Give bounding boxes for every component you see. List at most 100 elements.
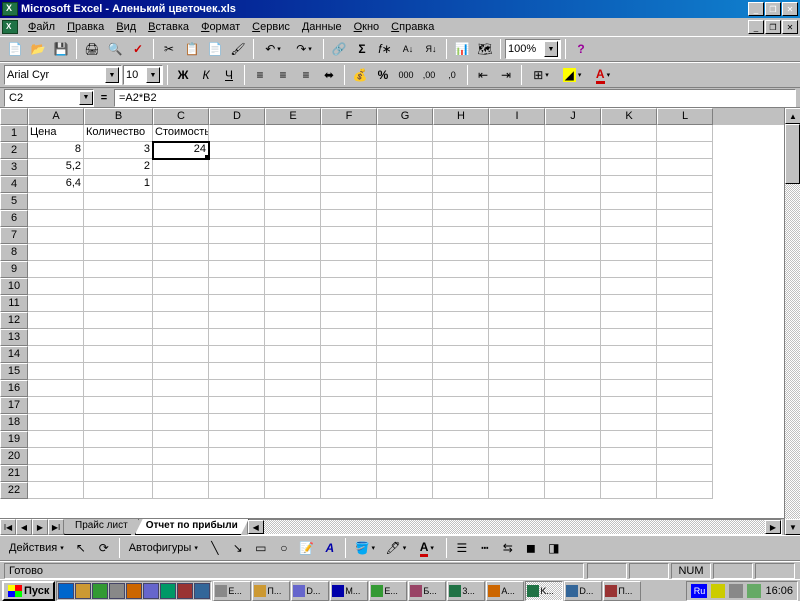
- cell-K1[interactable]: [601, 125, 657, 142]
- cell-B16[interactable]: [84, 380, 153, 397]
- cell-E6[interactable]: [265, 210, 321, 227]
- cell-J1[interactable]: [545, 125, 601, 142]
- row-header-19[interactable]: 19: [0, 431, 28, 448]
- cell-G19[interactable]: [377, 431, 433, 448]
- rotate-button[interactable]: ⟳: [93, 537, 115, 559]
- cell-H16[interactable]: [433, 380, 489, 397]
- cell-A18[interactable]: [28, 414, 84, 431]
- cell-E19[interactable]: [265, 431, 321, 448]
- cell-A13[interactable]: [28, 329, 84, 346]
- cell-A11[interactable]: [28, 295, 84, 312]
- cell-A6[interactable]: [28, 210, 84, 227]
- cell-E9[interactable]: [265, 261, 321, 278]
- cell-H12[interactable]: [433, 312, 489, 329]
- format-painter-button[interactable]: 🖌: [227, 38, 249, 60]
- menu-сервис[interactable]: Сервис: [246, 20, 296, 34]
- row-header-1[interactable]: 1: [0, 125, 28, 142]
- cell-D16[interactable]: [209, 380, 265, 397]
- cell-I22[interactable]: [489, 482, 545, 499]
- cell-D11[interactable]: [209, 295, 265, 312]
- cell-F4[interactable]: [321, 176, 377, 193]
- cell-G5[interactable]: [377, 193, 433, 210]
- rectangle-button[interactable]: ▭: [250, 537, 272, 559]
- cell-G21[interactable]: [377, 465, 433, 482]
- cell-F20[interactable]: [321, 448, 377, 465]
- cell-I5[interactable]: [489, 193, 545, 210]
- dash-style-button[interactable]: ┅: [474, 537, 496, 559]
- cell-F17[interactable]: [321, 397, 377, 414]
- line-style-button[interactable]: ☰: [451, 537, 473, 559]
- cell-L8[interactable]: [657, 244, 713, 261]
- undo-button[interactable]: ↶: [258, 38, 288, 60]
- cell-C19[interactable]: [153, 431, 209, 448]
- task-button[interactable]: П...: [252, 581, 290, 601]
- cell-H8[interactable]: [433, 244, 489, 261]
- cell-L5[interactable]: [657, 193, 713, 210]
- cell-I8[interactable]: [489, 244, 545, 261]
- increase-indent-button[interactable]: ⇥: [495, 64, 517, 86]
- cell-E17[interactable]: [265, 397, 321, 414]
- mdi-restore-button[interactable]: ❐: [765, 20, 781, 34]
- textbox-button[interactable]: 📝: [296, 537, 318, 559]
- row-header-11[interactable]: 11: [0, 295, 28, 312]
- cell-F22[interactable]: [321, 482, 377, 499]
- cell-D12[interactable]: [209, 312, 265, 329]
- align-left-button[interactable]: ≡: [249, 64, 271, 86]
- fill-color-button[interactable]: ◢: [557, 64, 587, 86]
- cell-G18[interactable]: [377, 414, 433, 431]
- cell-J17[interactable]: [545, 397, 601, 414]
- save-button[interactable]: 💾: [50, 38, 72, 60]
- cell-F15[interactable]: [321, 363, 377, 380]
- cell-L19[interactable]: [657, 431, 713, 448]
- cell-J21[interactable]: [545, 465, 601, 482]
- cell-E11[interactable]: [265, 295, 321, 312]
- row-header-20[interactable]: 20: [0, 448, 28, 465]
- cell-G17[interactable]: [377, 397, 433, 414]
- cell-G7[interactable]: [377, 227, 433, 244]
- cell-L20[interactable]: [657, 448, 713, 465]
- cell-J2[interactable]: [545, 142, 601, 159]
- font-color-button[interactable]: A: [588, 64, 618, 86]
- cell-B20[interactable]: [84, 448, 153, 465]
- col-header-J[interactable]: J: [545, 108, 601, 125]
- cell-I2[interactable]: [489, 142, 545, 159]
- tray-icon-2[interactable]: [729, 584, 743, 598]
- task-button[interactable]: A...: [486, 581, 524, 601]
- col-header-F[interactable]: F: [321, 108, 377, 125]
- print-preview-button[interactable]: 🔍: [104, 38, 126, 60]
- select-all-cell[interactable]: [0, 108, 28, 125]
- cell-L11[interactable]: [657, 295, 713, 312]
- mdi-minimize-button[interactable]: _: [748, 20, 764, 34]
- cell-D17[interactable]: [209, 397, 265, 414]
- cell-C16[interactable]: [153, 380, 209, 397]
- cell-L2[interactable]: [657, 142, 713, 159]
- row-header-6[interactable]: 6: [0, 210, 28, 227]
- close-button[interactable]: ✕: [782, 2, 798, 16]
- cell-B5[interactable]: [84, 193, 153, 210]
- linecolor-draw-button[interactable]: 🖊: [381, 537, 411, 559]
- cell-G9[interactable]: [377, 261, 433, 278]
- cell-D21[interactable]: [209, 465, 265, 482]
- cell-G1[interactable]: [377, 125, 433, 142]
- cell-E3[interactable]: [265, 159, 321, 176]
- cell-J10[interactable]: [545, 278, 601, 295]
- row-header-4[interactable]: 4: [0, 176, 28, 193]
- spellcheck-button[interactable]: ✓: [127, 38, 149, 60]
- cell-K12[interactable]: [601, 312, 657, 329]
- cell-J16[interactable]: [545, 380, 601, 397]
- tray-icon-1[interactable]: [711, 584, 725, 598]
- cell-B18[interactable]: [84, 414, 153, 431]
- cell-A17[interactable]: [28, 397, 84, 414]
- formula-input[interactable]: =A2*B2: [114, 89, 796, 107]
- clock[interactable]: 16:06: [765, 585, 793, 597]
- cell-J11[interactable]: [545, 295, 601, 312]
- cell-B6[interactable]: [84, 210, 153, 227]
- task-button[interactable]: D...: [291, 581, 329, 601]
- cell-G12[interactable]: [377, 312, 433, 329]
- cell-D6[interactable]: [209, 210, 265, 227]
- cell-G2[interactable]: [377, 142, 433, 159]
- cell-B1[interactable]: Количество: [84, 125, 153, 142]
- cell-L18[interactable]: [657, 414, 713, 431]
- cell-C4[interactable]: [153, 176, 209, 193]
- cell-I14[interactable]: [489, 346, 545, 363]
